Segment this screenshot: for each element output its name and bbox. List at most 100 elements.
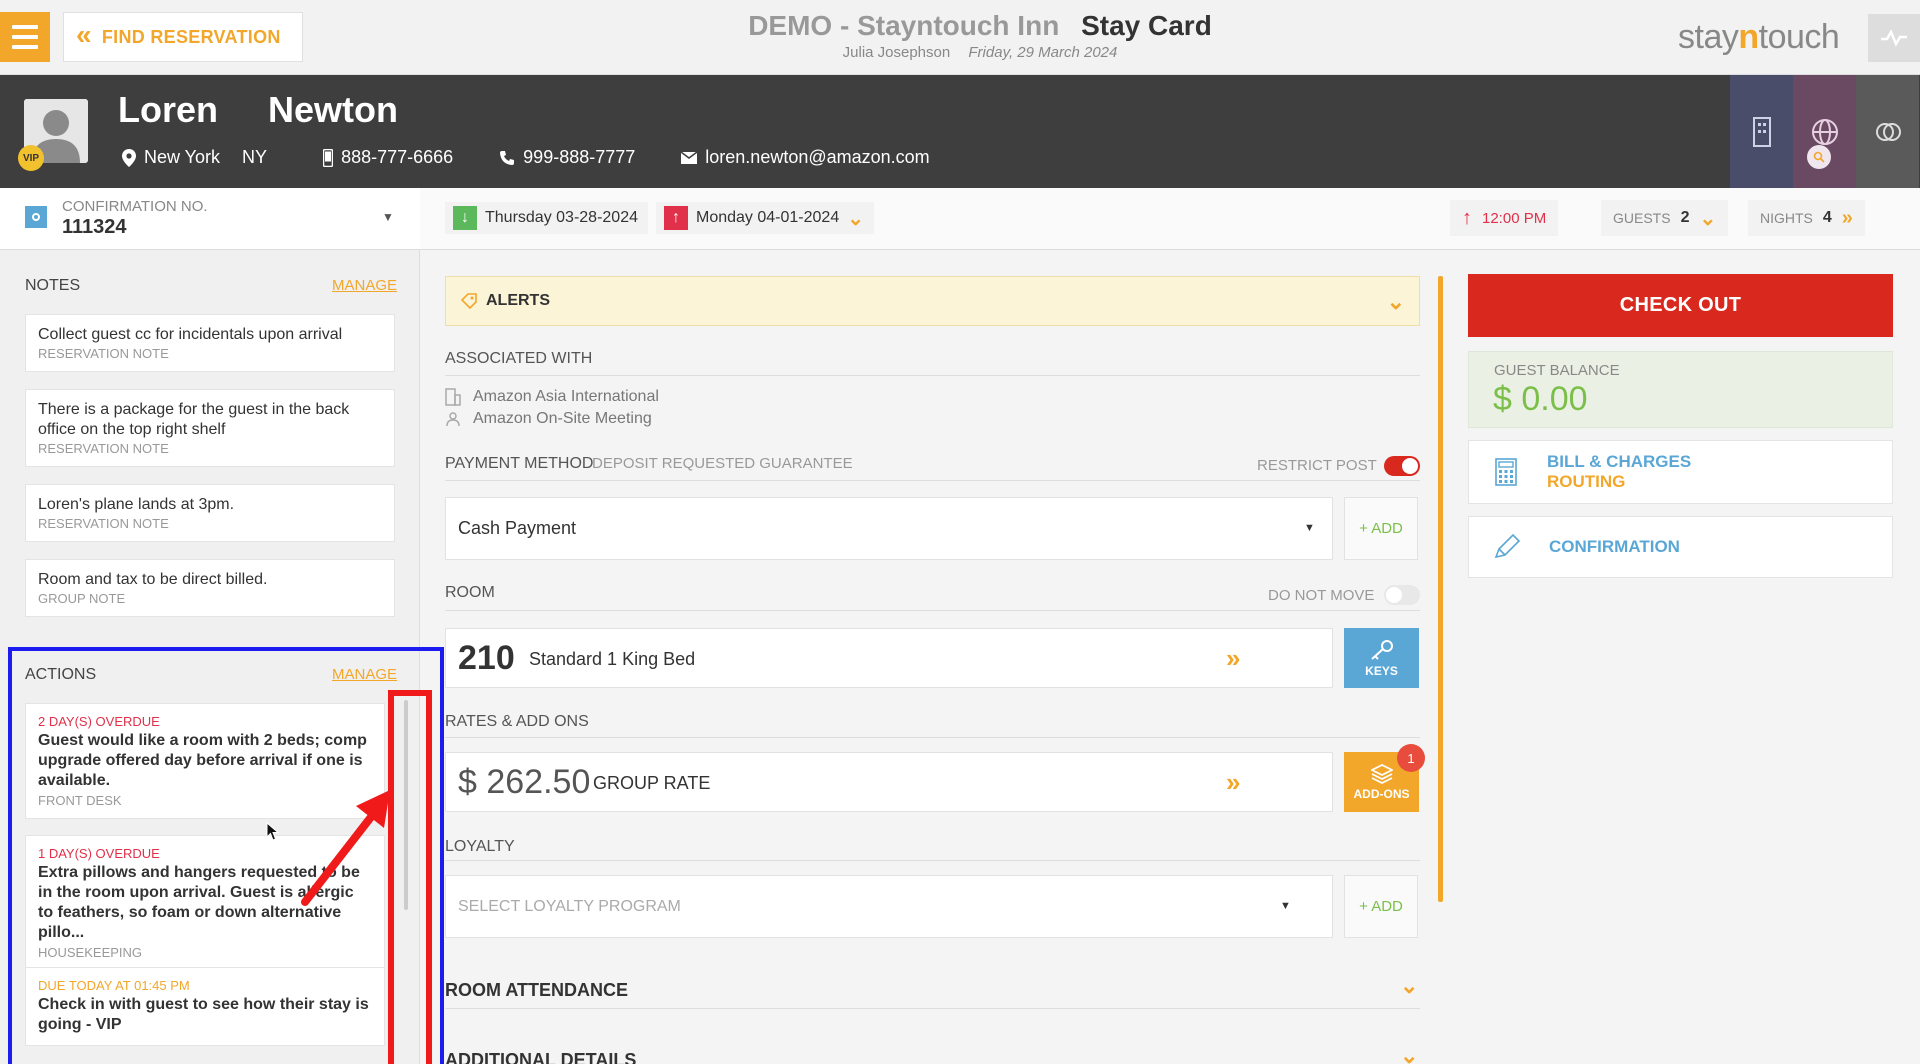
double-chevron-down-icon: ⌄ xyxy=(847,207,864,230)
group-link[interactable]: Amazon On-Site Meeting xyxy=(445,410,652,428)
mobile-phone-icon xyxy=(323,148,334,167)
guest-contact-row: New York NY 888-777-6666 999-888-7777 lo… xyxy=(122,147,930,168)
add-ons-count-badge: 1 xyxy=(1397,744,1425,772)
confirmation-icon xyxy=(25,206,47,228)
rates-label: RATES & ADD ONS xyxy=(445,713,589,730)
double-chevron-right-icon: » xyxy=(1841,206,1853,229)
email-icon xyxy=(681,151,698,164)
guest-city: New York xyxy=(144,147,221,167)
vip-badge: VIP xyxy=(18,145,44,171)
loyalty-placeholder: SELECT LOYALTY PROGRAM xyxy=(458,898,681,915)
additional-details-section[interactable]: ADDITIONAL DETAILS xyxy=(445,1050,636,1064)
note-item[interactable]: Collect guest cc for incidentals upon ar… xyxy=(25,314,395,372)
guest-balance: GUEST BALANCE $ 0.00 xyxy=(1468,351,1893,428)
divider xyxy=(445,375,1420,376)
payment-method-value: Cash Payment xyxy=(458,518,577,538)
guest-balance-label: GUEST BALANCE xyxy=(1494,362,1620,379)
activity-icon xyxy=(1881,29,1907,47)
guest-header: VIP Loren Newton New York NY 888-777-6666… xyxy=(0,75,1920,188)
payment-method-select[interactable]: Cash Payment ▼ xyxy=(445,497,1333,560)
divider xyxy=(445,1008,1420,1009)
rate-name: GROUP RATE xyxy=(593,773,711,793)
add-loyalty-button[interactable]: + ADD xyxy=(1344,875,1418,938)
rate-amount: $ 262.50 xyxy=(458,763,591,801)
rate-row[interactable]: $ 262.50 GROUP RATE » xyxy=(445,752,1333,812)
divider xyxy=(445,480,1420,481)
header-tile-circles[interactable] xyxy=(1856,75,1919,188)
notes-title: NOTES xyxy=(25,277,81,294)
guest-email[interactable]: loren.newton@amazon.com xyxy=(705,147,929,168)
departure-time[interactable]: ↑ 12:00 PM xyxy=(1450,200,1559,236)
double-chevron-down-icon: ⌄ xyxy=(1386,289,1405,314)
confirmation-link[interactable]: CONFIRMATION xyxy=(1468,516,1893,578)
check-out-button[interactable]: CHECK OUT xyxy=(1468,274,1893,337)
do-not-move-toggle[interactable] xyxy=(1384,585,1420,605)
guest-phone[interactable]: 999-888-7777 xyxy=(523,147,635,168)
room-attendance-section[interactable]: ROOM ATTENDANCE xyxy=(445,980,628,1001)
header-tile-globe[interactable] xyxy=(1793,75,1856,188)
find-reservation-label: FIND RESERVATION xyxy=(101,26,281,47)
divider xyxy=(445,860,1420,861)
double-chevron-left-icon: « xyxy=(76,19,92,50)
search-icon[interactable] xyxy=(1807,145,1831,169)
arrival-date[interactable]: ↓ Thursday 03-28-2024 xyxy=(445,202,648,234)
alerts-bar[interactable]: ALERTS ⌄ xyxy=(445,276,1420,326)
guest-state: NY xyxy=(242,147,268,167)
keys-button[interactable]: KEYS xyxy=(1344,628,1419,688)
header-tile-building[interactable] xyxy=(1730,75,1793,188)
restrict-post-toggle[interactable] xyxy=(1384,456,1420,476)
layers-icon xyxy=(1370,763,1393,784)
alerts-label: ALERTS xyxy=(486,292,550,309)
guest-name[interactable]: Loren Newton xyxy=(118,89,398,131)
top-bar: « FIND RESERVATION DEMO - Stayntouch Inn… xyxy=(0,0,1920,75)
divider xyxy=(445,610,1420,611)
notes-manage-link[interactable]: MANAGE xyxy=(332,277,397,294)
room-label: ROOM xyxy=(445,584,495,601)
room-row[interactable]: 210 Standard 1 King Bed » xyxy=(445,628,1333,688)
loyalty-program-select[interactable]: SELECT LOYALTY PROGRAM ▼ xyxy=(445,875,1333,938)
double-chevron-down-icon[interactable]: ⌄ xyxy=(1400,973,1418,999)
company-link[interactable]: Amazon Asia International xyxy=(445,388,659,406)
caret-down-icon: ▼ xyxy=(1280,900,1291,912)
loyalty-label: LOYALTY xyxy=(445,838,515,855)
nights-count[interactable]: NIGHTS 4 » xyxy=(1748,200,1865,236)
globe-icon xyxy=(1811,118,1838,145)
caret-down-icon[interactable]: ▼ xyxy=(382,210,394,224)
find-reservation-button[interactable]: « FIND RESERVATION xyxy=(63,12,303,62)
hamburger-menu-button[interactable] xyxy=(0,12,50,62)
payment-method-label: PAYMENT METHOD xyxy=(445,455,594,472)
confirmation-number: 111324 xyxy=(62,216,127,238)
double-chevron-down-icon[interactable]: ⌄ xyxy=(1400,1043,1418,1064)
guest-mobile[interactable]: 888-777-6666 xyxy=(341,147,453,168)
stayntouch-logo: stayntouch xyxy=(1678,18,1840,56)
user-name: Julia Josephson xyxy=(842,44,951,61)
content-scroll-rail[interactable] xyxy=(1438,276,1443,902)
double-chevron-right-icon[interactable]: » xyxy=(1226,643,1240,674)
rings-icon xyxy=(1875,122,1901,141)
arrow-down-icon: ↓ xyxy=(453,206,477,230)
note-item[interactable]: Room and tax to be direct billed. GROUP … xyxy=(25,559,395,617)
note-item[interactable]: There is a package for the guest in the … xyxy=(25,389,395,467)
phone-contact: 999-888-7777 xyxy=(499,147,635,168)
guest-first-name: Loren xyxy=(118,89,219,130)
room-type: Standard 1 King Bed xyxy=(529,649,696,669)
activity-button[interactable] xyxy=(1868,14,1920,62)
email-contact: loren.newton@amazon.com xyxy=(681,147,930,168)
phone-icon xyxy=(500,150,515,165)
header-tiles xyxy=(1730,75,1920,188)
add-payment-button[interactable]: + ADD xyxy=(1344,497,1418,560)
key-icon xyxy=(1370,639,1393,660)
departure-date[interactable]: ↑ Monday 04-01-2024 ⌄ xyxy=(656,202,874,234)
business-date: Friday, 29 March 2024 xyxy=(968,44,1118,61)
tag-icon xyxy=(460,293,477,310)
calculator-icon xyxy=(1495,458,1517,486)
bill-and-charges-routing-link[interactable]: BILL & CHARGES ROUTING xyxy=(1468,440,1893,504)
associated-with-label: ASSOCIATED WITH xyxy=(445,350,593,367)
confirmation-selector[interactable]: CONFIRMATION NO. 111324 ▼ xyxy=(0,188,420,250)
double-chevron-right-icon[interactable]: » xyxy=(1226,767,1240,798)
location: New York NY xyxy=(122,147,267,168)
guests-count[interactable]: GUESTS 2 ⌄ xyxy=(1601,200,1729,236)
note-item[interactable]: Loren's plane lands at 3pm. RESERVATION … xyxy=(25,484,395,542)
room-number: 210 xyxy=(458,639,515,677)
do-not-move-label: DO NOT MOVE xyxy=(1268,587,1375,604)
